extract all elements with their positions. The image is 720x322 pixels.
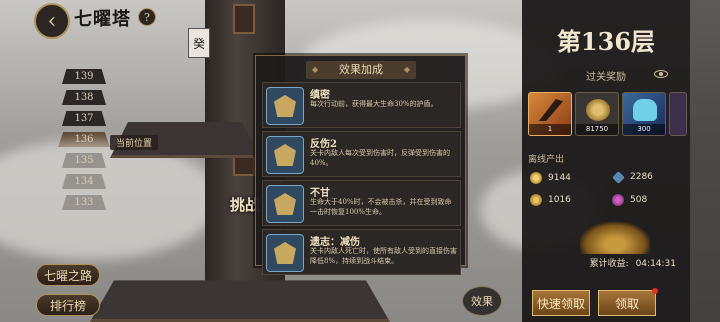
coin-icon [530, 194, 542, 206]
notification-dot [652, 288, 658, 294]
leaderboard-button[interactable]: 排行榜 [36, 294, 100, 316]
effect-talisman-icon [266, 136, 304, 174]
floor-item-133[interactable]: 133 [58, 192, 110, 213]
reward-list: 1 81750 300 [528, 92, 687, 136]
reward-qty: 1 [529, 124, 571, 135]
reward-item[interactable]: 300 [622, 92, 666, 136]
mist [0, 140, 220, 260]
effect-desc: 每次行动前，获得最大生命30%的护盾。 [310, 100, 438, 108]
floor-list: 139 138 137 136 135 134 133 [58, 66, 110, 213]
floor-info-panel: 第136层 过关奖励 1 81750 300 离线产出 9144 2286 10… [522, 0, 690, 322]
floor-item-135[interactable]: 135 [58, 150, 110, 171]
effect-desc: 生命大于40%时，不会被击杀，并在受到致命一击时恢复100%生命。 [310, 198, 452, 216]
page-title: 七曜塔 [74, 9, 131, 30]
help-button[interactable]: ? [138, 8, 156, 26]
orb-icon [612, 194, 624, 206]
eye-icon[interactable] [654, 70, 668, 78]
reward-item[interactable]: 1 [528, 92, 572, 136]
effect-item: 反伤2 关卡内敌人每次受到伤害时，反弹受到伤害的40%。 [262, 131, 461, 177]
accumulated-time: 04:14:31 [635, 259, 676, 269]
reward-item[interactable]: 81750 [575, 92, 619, 136]
back-button[interactable]: ‹ [34, 3, 70, 39]
effect-list: 缜密 每次行动前，获得最大生命30%的护盾。 反伤2 关卡内敌人每次受到伤害时，… [262, 82, 461, 278]
reward-qty: 300 [623, 124, 665, 135]
effect-item: 遗志：减伤 关卡内敌人死亡时，使所有敌人受到的直接伤害降低8%，持续到战斗结束。 [262, 229, 461, 275]
effect-popup: 效果加成 缜密 每次行动前，获得最大生命30%的护盾。 反伤2 关卡内敌人每次受… [255, 55, 466, 275]
reward-item-partial[interactable] [669, 92, 687, 136]
offline-title: 离线产出 [528, 155, 565, 165]
offline-item: 9144 [530, 172, 571, 184]
reward-qty: 81750 [576, 124, 618, 135]
treasure-pile-icon [580, 222, 650, 254]
popup-title: 效果加成 [306, 61, 416, 79]
gold-icon [530, 172, 542, 184]
floor-title: 第136层 [556, 27, 656, 56]
gem-icon [612, 170, 625, 184]
spirit-crystal-icon [633, 99, 657, 121]
quick-claim-button[interactable]: 快速领取 [532, 290, 590, 316]
gold-coin-icon [586, 99, 610, 121]
floor-item-136[interactable]: 136 [58, 129, 110, 150]
effect-item: 缜密 每次行动前，获得最大生命30%的护盾。 [262, 82, 461, 128]
accumulated-earnings: 累计收益: 04:14:31 [522, 256, 690, 269]
blade-fragment-icon [539, 99, 563, 121]
floor-item-134[interactable]: 134 [58, 171, 110, 192]
offline-item: 2286 [612, 170, 653, 184]
claim-button[interactable]: 领取 [598, 290, 656, 316]
floor-item-138[interactable]: 138 [58, 87, 110, 108]
offline-item: 1016 [530, 194, 571, 206]
current-position-label: 当前位置 [110, 135, 159, 150]
tower-sign: 癸 [188, 28, 210, 58]
effect-desc: 关卡内敌人死亡时，使所有敌人受到的直接伤害降低8%，持续到战斗结束。 [310, 247, 457, 265]
effect-item: 不甘 生命大于40%时，不会被击杀，并在受到致命一击时恢复100%生命。 [262, 180, 461, 226]
lantern [233, 4, 255, 34]
effect-talisman-icon [266, 87, 304, 125]
effect-desc: 关卡内敌人每次受到伤害时，反弹受到伤害的40%。 [310, 149, 450, 167]
effect-talisman-icon [266, 234, 304, 272]
edge-bar [690, 0, 720, 322]
floor-item-139[interactable]: 139 [58, 66, 110, 87]
seven-road-button[interactable]: 七曜之路 [36, 264, 100, 286]
floor-item-137[interactable]: 137 [58, 108, 110, 129]
effect-button[interactable]: 效果 [462, 286, 502, 316]
accumulated-label: 累计收益: [589, 259, 629, 269]
effect-talisman-icon [266, 185, 304, 223]
offline-item: 508 [612, 194, 647, 206]
